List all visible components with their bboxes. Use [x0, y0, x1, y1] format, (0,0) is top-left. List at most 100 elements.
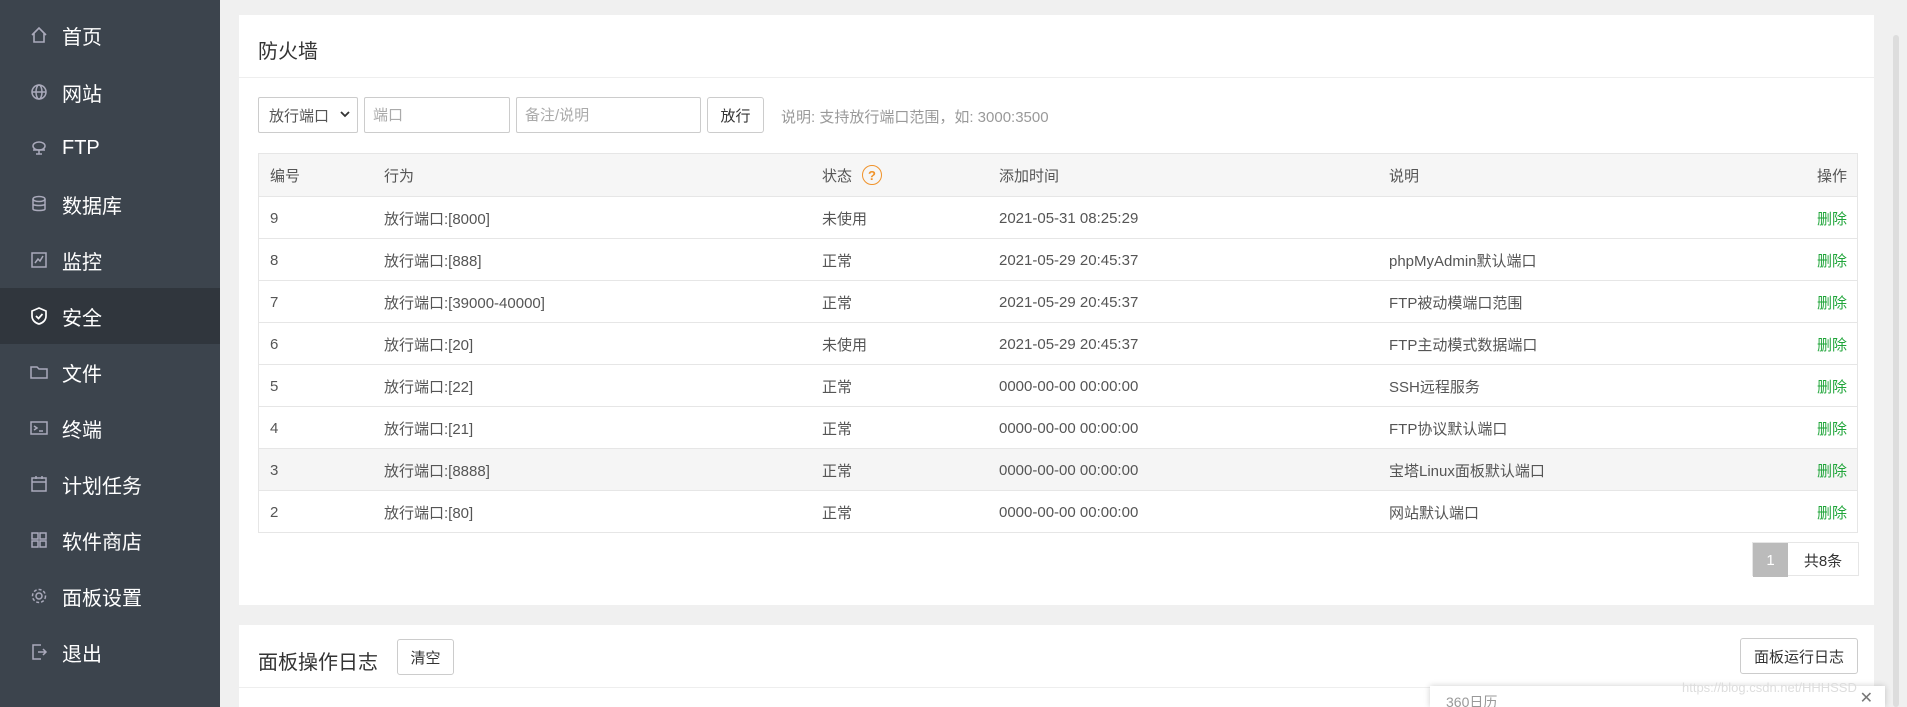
cell-time: 0000-00-00 00:00:00	[999, 461, 1139, 479]
shield-icon	[28, 305, 50, 327]
port-field-wrap	[364, 97, 510, 133]
sidebar-item-store[interactable]: 软件商店	[0, 512, 220, 568]
cell-time: 2021-05-29 20:45:37	[999, 293, 1139, 311]
rule-type-select[interactable]: 放行端口	[258, 97, 358, 133]
cell-action: 放行端口:[21]	[384, 420, 474, 438]
sidebar-item-label: 监控	[62, 251, 102, 274]
cell-status: 正常	[822, 378, 853, 396]
col-status: 状态 ?	[822, 154, 883, 196]
database-icon	[28, 193, 50, 215]
cell-status: 正常	[822, 252, 853, 270]
sidebar-item-terminal[interactable]: 终端	[0, 400, 220, 456]
cell-status: 正常	[822, 462, 853, 480]
delete-link[interactable]: 删除	[1817, 365, 1847, 407]
delete-link[interactable]: 删除	[1817, 449, 1847, 491]
table-row: 8 放行端口:[888] 正常 2021-05-29 20:45:37 phpM…	[259, 238, 1857, 280]
cell-status: 未使用	[822, 336, 868, 354]
cell-time: 0000-00-00 00:00:00	[999, 503, 1139, 521]
delete-link[interactable]: 删除	[1817, 197, 1847, 239]
scrollbar[interactable]	[1893, 35, 1899, 707]
sidebar-item-logout[interactable]: 退出	[0, 624, 220, 680]
firewall-table: 编号 行为 状态 ? 添加时间 说明 操作 9 放行端口:[8000] 未使用 …	[258, 153, 1858, 533]
ftp-icon	[28, 137, 50, 159]
cell-status: 正常	[822, 420, 853, 438]
delete-link[interactable]: 删除	[1817, 491, 1847, 533]
cell-id: 9	[270, 209, 279, 227]
chevron-down-icon	[339, 107, 351, 124]
note-input[interactable]	[517, 98, 700, 132]
page-current[interactable]: 1	[1753, 543, 1788, 577]
cell-time: 2021-05-29 20:45:37	[999, 251, 1139, 269]
home-icon	[28, 24, 50, 46]
page-total: 共8条	[1803, 552, 1843, 570]
sidebar-item-website[interactable]: 网站	[0, 64, 220, 120]
col-time: 添加时间	[999, 167, 1060, 185]
col-action: 行为	[384, 167, 415, 185]
table-row: 7 放行端口:[39000-40000] 正常 2021-05-29 20:45…	[259, 280, 1857, 322]
gear-icon	[28, 585, 50, 607]
sidebar-item-label: 退出	[62, 643, 102, 666]
rule-type-value: 放行端口	[269, 107, 330, 125]
delete-link[interactable]: 删除	[1817, 239, 1847, 281]
note-field-wrap	[516, 97, 701, 133]
sidebar-item-settings[interactable]: 面板设置	[0, 568, 220, 624]
cell-id: 7	[270, 293, 279, 311]
close-icon[interactable]: ✕	[1860, 688, 1873, 707]
sidebar-item-cron[interactable]: 计划任务	[0, 456, 220, 512]
sidebar-item-home[interactable]: 首页	[0, 7, 220, 63]
run-log-button[interactable]: 面板运行日志	[1740, 638, 1858, 674]
table-row: 2 放行端口:[80] 正常 0000-00-00 00:00:00 网站默认端…	[259, 490, 1857, 532]
help-icon[interactable]: ?	[862, 165, 883, 185]
cell-id: 3	[270, 461, 279, 479]
cell-id: 2	[270, 503, 279, 521]
delete-link[interactable]: 删除	[1817, 407, 1847, 449]
allow-button[interactable]: 放行	[707, 97, 764, 133]
table-row: 4 放行端口:[21] 正常 0000-00-00 00:00:00 FTP协议…	[259, 406, 1857, 448]
cell-action: 放行端口:[8888]	[384, 462, 490, 480]
cell-action: 放行端口:[39000-40000]	[384, 294, 545, 312]
cell-status: 未使用	[822, 210, 868, 228]
sidebar-item-label: 软件商店	[62, 531, 142, 554]
sidebar-item-files[interactable]: 文件	[0, 344, 220, 400]
terminal-icon	[28, 417, 50, 439]
sidebar-item-label: 面板设置	[62, 587, 142, 610]
table-header: 编号 行为 状态 ? 添加时间 说明 操作	[259, 154, 1857, 196]
folder-icon	[28, 361, 50, 383]
cell-note: FTP主动模式数据端口	[1389, 336, 1538, 354]
sidebar-item-ftp[interactable]: FTP	[0, 120, 220, 176]
delete-link[interactable]: 删除	[1817, 323, 1847, 365]
sidebar-item-label: 数据库	[62, 195, 122, 218]
cell-note: phpMyAdmin默认端口	[1389, 252, 1537, 270]
cell-id: 8	[270, 251, 279, 269]
sidebar-item-database[interactable]: 数据库	[0, 176, 220, 232]
col-id: 编号	[270, 167, 301, 185]
logout-icon	[28, 641, 50, 663]
table-row: 6 放行端口:[20] 未使用 2021-05-29 20:45:37 FTP主…	[259, 322, 1857, 364]
delete-link[interactable]: 删除	[1817, 281, 1847, 323]
clear-log-button[interactable]: 清空	[397, 639, 454, 675]
cell-time: 2021-05-31 08:25:29	[999, 209, 1139, 227]
sidebar-item-monitor[interactable]: 监控	[0, 232, 220, 288]
cell-id: 6	[270, 335, 279, 353]
cell-action: 放行端口:[8000]	[384, 210, 490, 228]
sidebar-item-label: 计划任务	[62, 475, 142, 498]
hint-text: 说明: 支持放行端口范围，如: 3000:3500	[781, 109, 1049, 126]
log-title: 面板操作日志	[258, 652, 378, 674]
calendar-icon	[28, 473, 50, 495]
cell-time: 0000-00-00 00:00:00	[999, 377, 1139, 395]
cell-note: SSH远程服务	[1389, 378, 1480, 396]
sidebar-item-label: 首页	[62, 26, 102, 49]
sidebar-item-label: FTP	[62, 136, 100, 159]
cell-note: FTP协议默认端口	[1389, 420, 1508, 438]
sidebar-item-label: 安全	[62, 307, 102, 330]
cell-note: 网站默认端口	[1389, 504, 1480, 522]
pagination: 1 共8条	[1752, 542, 1859, 577]
popup-title: 360日历	[1446, 694, 1498, 707]
globe-icon	[28, 81, 50, 103]
port-input[interactable]	[365, 98, 509, 132]
grid-icon	[28, 529, 50, 551]
sidebar-item-security[interactable]: 安全	[0, 288, 220, 344]
table-row: 5 放行端口:[22] 正常 0000-00-00 00:00:00 SSH远程…	[259, 364, 1857, 406]
table-row: 9 放行端口:[8000] 未使用 2021-05-31 08:25:29 删除	[259, 196, 1857, 238]
monitor-icon	[28, 249, 50, 271]
